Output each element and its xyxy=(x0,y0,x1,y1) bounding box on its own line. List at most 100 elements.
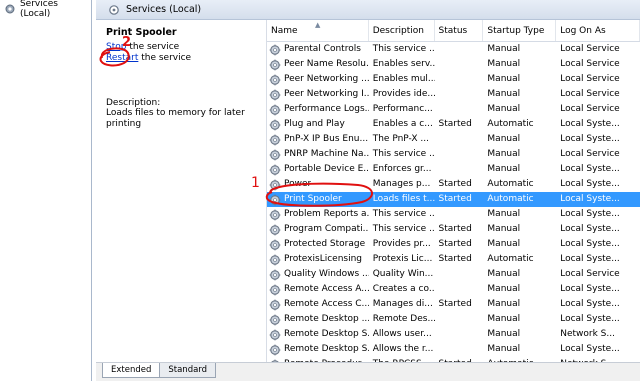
description-text: Loads files to memory for later printing xyxy=(106,108,245,129)
table-row[interactable]: ProtexisLicensing Protexis Lic... Started A… xyxy=(267,252,640,267)
table-row[interactable]: Program Compati... This service ... Starte… xyxy=(267,222,640,237)
cell-log-on-as: Local Syste... xyxy=(560,254,620,264)
cell-status xyxy=(435,72,484,87)
column-header-name[interactable]: ▲ Name xyxy=(267,20,369,41)
cell-name: ProtexisLicensing xyxy=(267,252,369,267)
tab-extended[interactable]: Extended xyxy=(102,363,161,378)
stop-suffix: the service xyxy=(126,42,180,52)
cell-startup-type: Manual xyxy=(487,89,521,99)
cell-log-on-as: Local Syste... xyxy=(560,179,620,189)
table-row[interactable]: Performance Logs... Performanc... Manual Lo… xyxy=(267,102,640,117)
cell-status: Started xyxy=(438,299,472,309)
cell-log-on-as: Local Syste... xyxy=(560,239,620,249)
cell-log-on-as: Local Syste... xyxy=(560,119,620,129)
cell-description: Loads files t... xyxy=(372,194,435,204)
gear-icon xyxy=(269,239,281,251)
table-row[interactable]: Parental Controls This service ... Manual L… xyxy=(267,42,640,57)
gear-icon xyxy=(269,284,281,296)
tree-node-services-local[interactable]: Services (Local) xyxy=(0,0,91,19)
cell-log-on-as: Local Service xyxy=(560,89,620,99)
cell-description: This service ... xyxy=(372,44,435,54)
cell-status xyxy=(435,57,484,72)
tab-standard[interactable]: Standard xyxy=(159,363,217,378)
service-name: Print Spooler xyxy=(284,194,342,204)
cell-startup-type: Manual xyxy=(487,134,521,144)
table-row[interactable]: Peer Networking ... Enables mul... Manual L… xyxy=(267,72,640,87)
cell-description: Remote Des... xyxy=(372,314,435,324)
column-header-log-on-as[interactable]: Log On As xyxy=(556,20,640,41)
service-name: Parental Controls xyxy=(284,44,361,54)
table-row[interactable]: Protected Storage Provides pr... Started Ma… xyxy=(267,237,640,252)
column-header-description[interactable]: Description xyxy=(369,20,435,41)
service-name: Quality Windows ... xyxy=(284,269,369,279)
table-body: Parental Controls This service ... Manual L… xyxy=(267,42,640,362)
cell-name: Peer Networking ... xyxy=(267,72,369,87)
cell-description: Manages p... xyxy=(372,179,431,189)
cell-name: Problem Reports a... xyxy=(267,207,369,222)
table-row[interactable]: PNRP Machine Na... This service ... Manual… xyxy=(267,147,640,162)
gear-icon xyxy=(269,314,281,326)
table-row[interactable]: Peer Name Resolu... Enables serv... Manual… xyxy=(267,57,640,72)
gear-icon xyxy=(269,134,281,146)
cell-name: Print Spooler xyxy=(267,192,369,207)
table-row[interactable]: Plug and Play Enables a c... Started Automa… xyxy=(267,117,640,132)
cell-name: Protected Storage xyxy=(267,237,369,252)
gear-icon xyxy=(269,149,281,161)
stop-action: Stop the service xyxy=(106,42,252,53)
cell-log-on-as: Local Syste... xyxy=(560,134,620,144)
cell-status: Started xyxy=(438,239,472,249)
cell-log-on-as: Local Syste... xyxy=(560,194,620,204)
table-row[interactable]: Remote Access A... Creates a co... Manual L… xyxy=(267,282,640,297)
cell-status xyxy=(435,312,484,327)
service-name: Remote Desktop S... xyxy=(284,329,369,339)
service-name: Program Compati... xyxy=(284,224,369,234)
stop-link[interactable]: Stop xyxy=(106,42,126,52)
table-row[interactable]: Power Manages p... Started Automatic Local S… xyxy=(267,177,640,192)
column-header-status[interactable]: Status xyxy=(435,20,484,41)
cell-description: Enables a c... xyxy=(372,119,433,129)
cell-status xyxy=(435,102,484,117)
table-row[interactable]: Remote Desktop S... Allows user... Manual N… xyxy=(267,327,640,342)
cell-name: Program Compati... xyxy=(267,222,369,237)
cell-log-on-as: Local Service xyxy=(560,104,620,114)
table-row[interactable]: PnP-X IP Bus Enu... The PnP-X ... Manual Lo… xyxy=(267,132,640,147)
table-row[interactable]: Quality Windows ... Quality Win... Manual L… xyxy=(267,267,640,282)
service-name: Problem Reports a... xyxy=(284,209,369,219)
cell-name: Performance Logs... xyxy=(267,102,369,117)
table-row[interactable]: Problem Reports a... This service ... Manu… xyxy=(267,207,640,222)
service-name: PNRP Machine Na... xyxy=(284,149,369,159)
service-name: Plug and Play xyxy=(284,119,345,129)
cell-startup-type: Manual xyxy=(487,299,521,309)
table-row[interactable]: Remote Desktop ... Remote Des... Manual Loc… xyxy=(267,312,640,327)
cell-description: Allows the r... xyxy=(372,344,434,354)
cell-status xyxy=(435,42,484,57)
cell-startup-type: Manual xyxy=(487,284,521,294)
service-name: Remote Desktop S... xyxy=(284,344,369,354)
cell-description: Quality Win... xyxy=(372,269,434,279)
cell-name: PNRP Machine Na... xyxy=(267,147,369,162)
services-header: Services (Local) xyxy=(96,0,640,20)
table-row[interactable]: Portable Device E... Enforces gr... Manual… xyxy=(267,162,640,177)
gear-icon xyxy=(269,299,281,311)
cell-status: Started xyxy=(438,224,472,234)
header-title: Services (Local) xyxy=(126,4,202,15)
table-row[interactable]: Remote Access C... Manages di... Started Ma… xyxy=(267,297,640,312)
gear-icon xyxy=(269,179,281,191)
cell-description: Provides ide... xyxy=(372,89,435,99)
cell-name: Remote Access C... xyxy=(267,297,369,312)
service-name: ProtexisLicensing xyxy=(284,254,363,264)
restart-link[interactable]: Restart xyxy=(106,53,138,63)
service-name: Peer Networking I... xyxy=(284,89,369,99)
table-row[interactable]: Remote Desktop S... Allows the r... Manual… xyxy=(267,342,640,357)
cell-startup-type: Automatic xyxy=(487,254,534,264)
cell-log-on-as: Local Syste... xyxy=(560,224,620,234)
column-header-startup-type[interactable]: Startup Type xyxy=(483,20,557,41)
table-row[interactable]: Print Spooler Loads files t... Started Auto… xyxy=(267,192,640,207)
table-header: ▲ Name Description Status Startup Type Lo… xyxy=(267,20,640,42)
description-label: Description: xyxy=(106,98,161,108)
cell-log-on-as: Local Syste... xyxy=(560,209,620,219)
sort-ascending-icon: ▲ xyxy=(315,21,321,29)
cell-name: Portable Device E... xyxy=(267,162,369,177)
table-row[interactable]: Peer Networking I... Provides ide... Manua… xyxy=(267,87,640,102)
cell-log-on-as: Local Service xyxy=(560,74,620,84)
